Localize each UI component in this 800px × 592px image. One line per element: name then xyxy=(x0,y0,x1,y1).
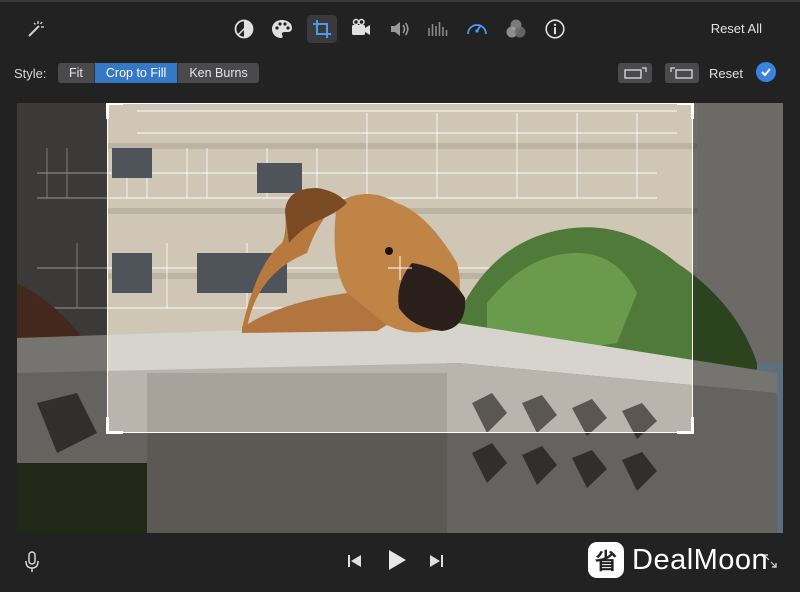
reset-all-button[interactable]: Reset All xyxy=(711,21,762,36)
rotate-right-icon xyxy=(670,67,693,79)
color-balance-icon[interactable] xyxy=(232,17,256,41)
rotate-left-button[interactable] xyxy=(618,63,652,83)
skip-forward-icon[interactable] xyxy=(426,551,446,571)
style-segmented-control: Fit Crop to Fill Ken Burns xyxy=(58,63,259,83)
reset-button[interactable]: Reset xyxy=(709,66,743,81)
speed-icon[interactable] xyxy=(465,17,489,41)
filter-icon[interactable] xyxy=(504,17,528,41)
play-icon[interactable] xyxy=(384,547,410,573)
style-label: Style: xyxy=(14,66,47,81)
style-bar: Style: Fit Crop to Fill Ken Burns Reset xyxy=(0,58,800,90)
crop-mask-left xyxy=(17,103,107,533)
rotate-right-button[interactable] xyxy=(665,63,699,83)
color-palette-icon[interactable] xyxy=(270,17,294,41)
crop-mask-bottom xyxy=(107,433,693,533)
watermark-text: DealMoon xyxy=(632,543,769,576)
magic-wand-icon[interactable] xyxy=(24,17,48,41)
skip-back-icon[interactable] xyxy=(345,551,365,571)
equalizer-icon[interactable] xyxy=(426,17,450,41)
style-option-crop-to-fill[interactable]: Crop to Fill xyxy=(94,63,179,83)
style-option-ken-burns[interactable]: Ken Burns xyxy=(178,63,259,83)
stabilization-icon[interactable] xyxy=(349,17,373,41)
style-option-fit[interactable]: Fit xyxy=(58,63,95,83)
volume-icon[interactable] xyxy=(388,17,412,41)
apply-checkmark-button[interactable] xyxy=(756,62,776,82)
video-viewer xyxy=(17,103,783,533)
crop-center-crosshair-icon xyxy=(388,256,412,280)
info-icon[interactable] xyxy=(543,17,567,41)
watermark-logo: 省 xyxy=(588,542,624,578)
crop-handle-bottom-left[interactable] xyxy=(106,417,123,434)
crop-mask-right xyxy=(693,103,783,533)
dealmoon-watermark: 省 DealMoon xyxy=(588,541,768,579)
crop-handle-top-right[interactable] xyxy=(677,103,694,119)
microphone-icon[interactable] xyxy=(22,549,42,575)
adjustments-toolbar: Reset All xyxy=(0,0,800,58)
checkmark-icon xyxy=(761,68,771,77)
crop-handle-top-left[interactable] xyxy=(106,103,123,119)
rotate-left-icon xyxy=(624,67,647,79)
crop-icon[interactable] xyxy=(307,15,337,43)
crop-handle-bottom-right[interactable] xyxy=(677,417,694,434)
